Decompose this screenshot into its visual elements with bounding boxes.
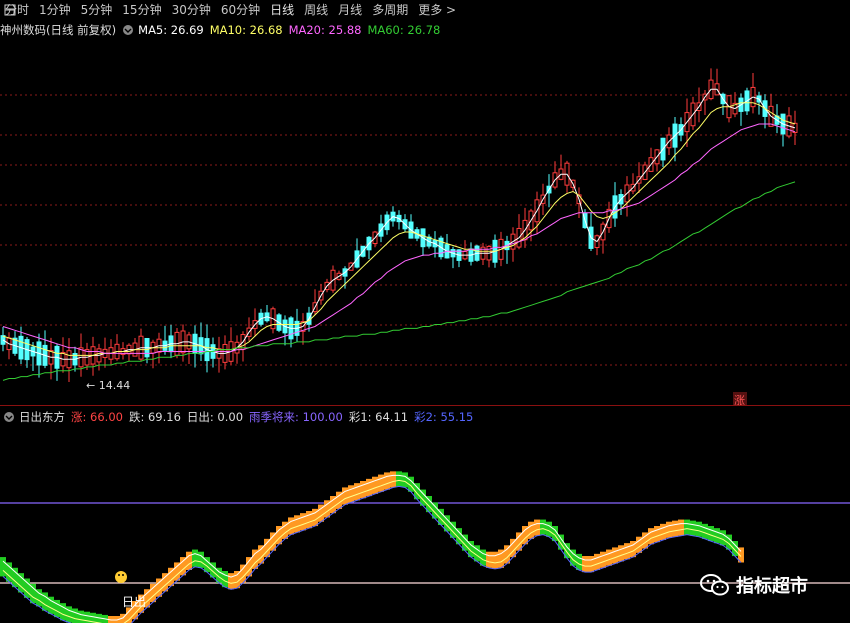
richu-value: 日出: 0.00 [186,410,244,424]
indicator-block [606,549,612,566]
tab-1min[interactable]: 1分钟 [34,0,76,20]
indicator-block [402,472,408,488]
indicator-block [192,549,198,567]
indicator-block [534,519,540,536]
indicator-block [660,523,666,540]
indicator-block [12,567,18,588]
tab-30min[interactable]: 30分钟 [167,0,216,20]
indicator-block [654,526,660,543]
tab-more[interactable]: 更多 > [413,0,461,20]
cai2-value: 彩2: 55.15 [414,410,474,424]
indicator-block [354,483,360,501]
indicator-block [690,520,696,536]
indicator-block [546,521,552,537]
richu-marker: 日出 [122,595,146,609]
ma10-value: MA10: 26.68 [209,23,283,37]
tab-60min[interactable]: 60分钟 [216,0,265,20]
indicator-block [348,485,354,503]
indicator-block [624,543,630,560]
tab-multi-period[interactable]: 多周期 [367,0,413,20]
indicator-block [342,487,348,505]
indicator-block [672,520,678,537]
indicator-block [0,557,6,577]
indicator-block [306,511,312,529]
indicator-block [234,571,240,589]
sunrise-icon-eye [118,574,120,576]
indicator-block [648,528,654,545]
indicator-block [600,551,606,568]
sunrise-icon-eye [122,574,124,576]
cai2-line [2,479,742,623]
indicator-block [678,519,684,536]
grid-icon[interactable] [4,4,16,16]
watermark: 指标超市 [700,570,808,600]
indicator-block [372,476,378,494]
sunrise-icon [115,571,127,583]
indicator-block [288,517,294,535]
die-value: 跌: 69.16 [128,410,181,424]
cai1-value: 彩1: 64.11 [348,410,409,424]
period-toolbar: 分时 1分钟 5分钟 15分钟 30分钟 60分钟 日线 周线 月线 多周期 更… [0,0,850,20]
tab-5min[interactable]: 5分钟 [76,0,118,20]
indicator-block [720,530,726,546]
low-price-label: ← 14.44 [86,379,130,392]
stock-title: 神州数码(日线 前复权) [0,23,117,37]
indicator-dropdown-icon[interactable] [3,411,15,423]
indicator-block [228,573,234,590]
wechat-icon [700,574,729,596]
watermark-text: 指标超市 [736,576,808,597]
indicator-block [366,478,372,497]
settings-dropdown-icon[interactable] [122,24,134,36]
tab-daily[interactable]: 日线 [265,0,299,20]
indicator-block [666,521,672,538]
indicator-block [78,610,84,623]
tab-weekly[interactable]: 周线 [299,0,333,20]
indicator-block [528,521,534,539]
indicator-block [300,513,306,531]
ma60-value: MA60: 26.78 [367,23,441,37]
indicator-block [390,471,396,488]
yuji-value: 雨季将来: 100.00 [249,410,343,424]
zhang-marker: 涨 [734,394,745,405]
indicator-block [594,553,600,570]
indicator-block [702,523,708,539]
indicator-block [696,521,702,537]
indicator-block [384,472,390,490]
indicator-block [582,556,588,573]
ma5-value: MA5: 26.69 [138,23,204,37]
indicator-block [486,551,492,568]
panel-divider [0,405,850,406]
indicator-block [492,551,498,569]
indicator-title: 日出东方 [19,410,65,424]
indicator-block [378,474,384,492]
indicator-block [18,573,24,593]
indicator-block [612,547,618,564]
indicator-block [540,519,546,535]
indicator-block [714,528,720,544]
ma20-value: MA20: 25.88 [288,23,362,37]
indicator-block [588,556,594,573]
tab-15min[interactable]: 15分钟 [117,0,166,20]
indicator-legend: 日出东方 涨: 66.00 跌: 69.16 日出: 0.00 雨季将来: 10… [0,408,479,426]
zhang-value: 涨: 66.00 [71,410,123,424]
indicator-block [72,608,78,623]
indicator-block [618,545,624,562]
ma-line-ma20 [2,123,796,354]
main-chart-legend: 神州数码(日线 前复权) MA5: 26.69 MA10: 26.68 MA20… [0,21,446,39]
indicator-block [360,481,366,499]
indicator-block [6,562,12,582]
indicator-block [684,519,690,535]
indicator-block [708,526,714,542]
indicator-block [24,578,30,598]
indicator-block [396,471,402,487]
indicator-block [198,551,204,568]
candlestick-chart[interactable]: ← 14.44 涨 [0,40,850,405]
tab-monthly[interactable]: 月线 [333,0,367,20]
indicator-block [30,583,36,604]
indicator-block [294,515,300,533]
